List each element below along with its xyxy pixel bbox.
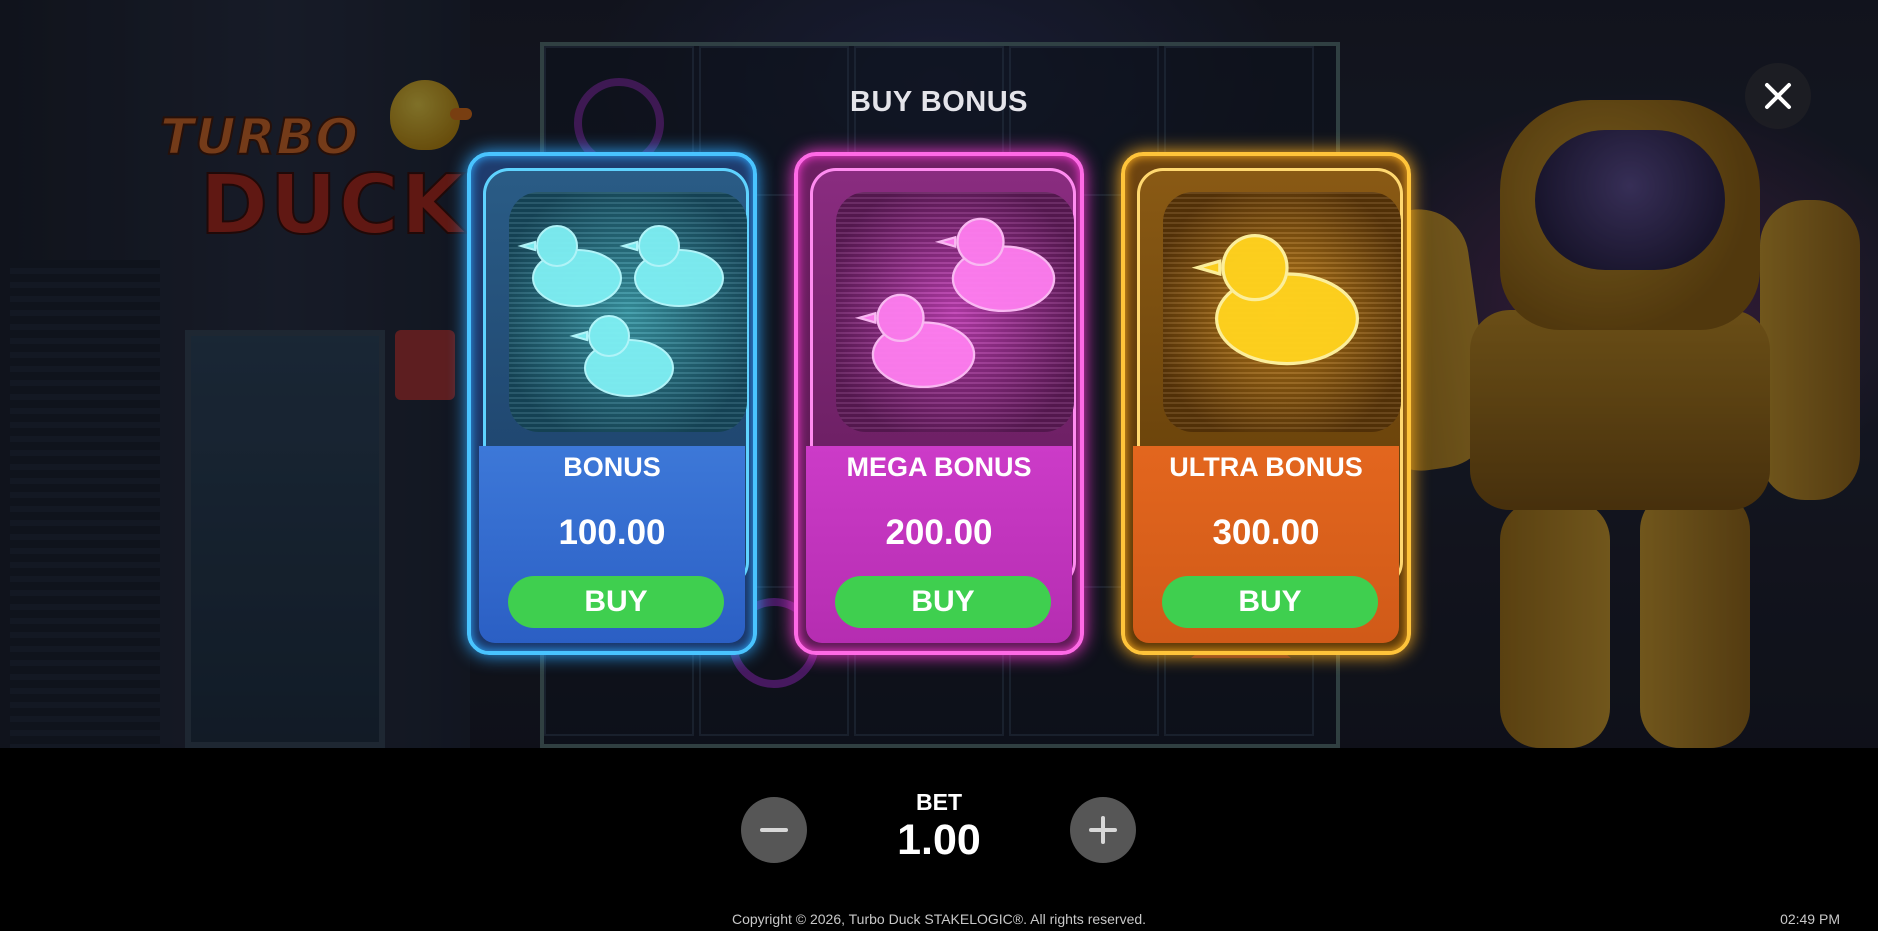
buy-bonus-button[interactable]: BUY <box>508 576 724 628</box>
rubber-duck-icon <box>1191 234 1360 366</box>
bet-label: BET <box>916 789 962 815</box>
ultra-bonus-card: ULTRA BONUS 300.00 BUY <box>1121 152 1411 655</box>
modal-title: BUY BONUS <box>850 86 1028 118</box>
bonus-name: MEGA BONUS <box>846 452 1032 482</box>
card-screen <box>509 192 747 432</box>
bonus-price: 200.00 <box>885 513 993 552</box>
clock: 02:49 PM <box>1780 911 1840 927</box>
copyright-text: Copyright © 2026, Turbo Duck STAKELOGIC®… <box>731 911 1147 927</box>
bet-value: 1.00 <box>897 816 981 864</box>
buy-mega-bonus-button[interactable]: BUY <box>835 576 1051 628</box>
plus-icon <box>1089 816 1117 844</box>
bonus-card: BONUS 100.00 BUY <box>467 152 757 655</box>
close-button[interactable] <box>1745 63 1811 129</box>
bet-increase-button[interactable] <box>1070 797 1136 863</box>
rubber-duck-icon <box>517 225 724 397</box>
rubber-duck-icon <box>854 217 1056 389</box>
close-icon <box>1765 83 1791 109</box>
bonus-price: 300.00 <box>1212 513 1320 552</box>
bonus-name: ULTRA BONUS <box>1169 452 1363 482</box>
bonus-name: BONUS <box>563 452 661 482</box>
bonus-price: 100.00 <box>558 513 666 552</box>
buy-ultra-bonus-button[interactable]: BUY <box>1162 576 1378 628</box>
card-screen <box>836 192 1074 432</box>
card-screen <box>1163 192 1401 432</box>
mega-bonus-card: MEGA BONUS 200.00 BUY <box>794 152 1084 655</box>
